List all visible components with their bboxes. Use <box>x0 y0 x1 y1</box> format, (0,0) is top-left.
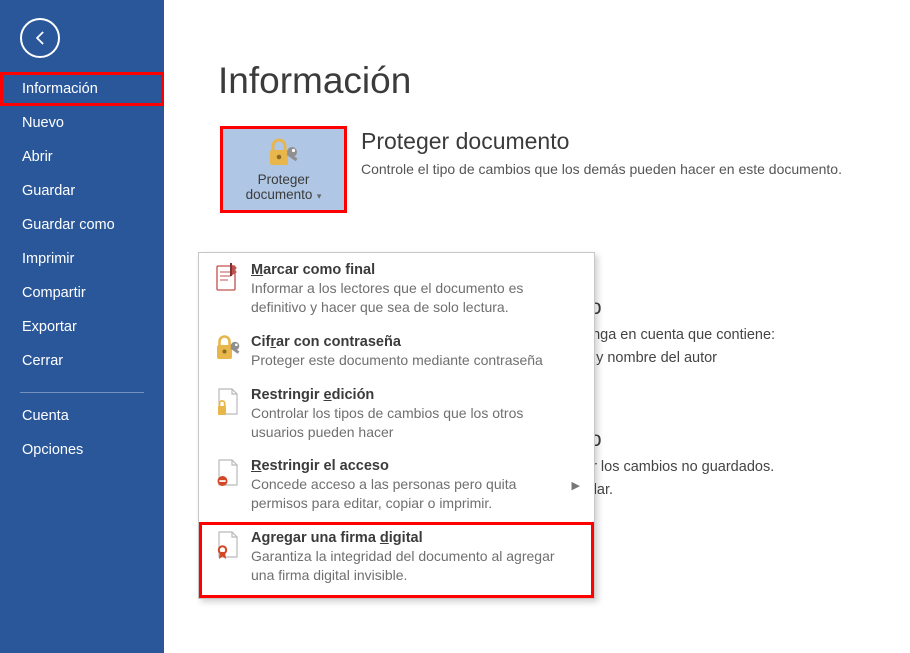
sidebar-footer-menu: Cuenta Opciones <box>0 399 164 467</box>
protect-document-button[interactable]: Proteger documento ▾ <box>220 126 347 213</box>
menu-item-desc: Concede acceso a las personas pero quita… <box>251 475 564 513</box>
menu-item-title: Marcar como final <box>251 262 576 278</box>
menu-item-desc: Proteger este documento mediante contras… <box>251 351 576 370</box>
sidebar-item-cuenta[interactable]: Cuenta <box>0 399 164 433</box>
menu-item-mark-final[interactable]: Marcar como final Informar a los lectore… <box>199 253 594 326</box>
sidebar-item-compartir[interactable]: Compartir <box>0 276 164 310</box>
restrict-access-icon <box>216 458 240 488</box>
mark-final-icon <box>215 262 241 292</box>
protect-button-label-1: Proteger <box>258 172 310 187</box>
menu-item-title: Cifrar con contraseña <box>251 334 576 350</box>
submenu-arrow-icon: ▶ <box>568 479 580 492</box>
menu-item-desc: Garantiza la integridad del documento al… <box>251 547 576 585</box>
menu-item-digital-signature[interactable]: Agregar una firma digital Garantiza la i… <box>199 522 594 598</box>
sidebar-item-guardar[interactable]: Guardar <box>0 174 164 208</box>
sidebar-item-nuevo[interactable]: Nuevo <box>0 106 164 140</box>
page-title: Información <box>218 60 910 102</box>
digital-sign-icon <box>216 530 240 560</box>
menu-item-restrict-access[interactable]: Restringir el acceso Concede acceso a la… <box>199 450 594 522</box>
menu-item-title: Restringir el acceso <box>251 458 564 474</box>
sidebar-item-imprimir[interactable]: Imprimir <box>0 242 164 276</box>
sidebar-item-guardar-como[interactable]: Guardar como <box>0 208 164 242</box>
sidebar-divider <box>20 392 144 393</box>
backstage-sidebar: Información Nuevo Abrir Guardar Guardar … <box>0 0 164 653</box>
sidebar-menu: Información Nuevo Abrir Guardar Guardar … <box>0 72 164 378</box>
lock-key-icon <box>266 138 302 168</box>
protect-heading: Proteger documento <box>361 128 842 155</box>
encrypt-icon <box>214 334 242 362</box>
protect-button-label-2: documento <box>246 187 313 202</box>
menu-item-encrypt[interactable]: Cifrar con contraseña Proteger este docu… <box>199 326 594 379</box>
inspect-section-obscured: to enga en cuenta que contiene: o y nomb… <box>584 296 775 370</box>
manage-section-obscured: to ar los cambios no guardados. rdar. <box>584 428 774 502</box>
protect-document-dropdown: Marcar como final Informar a los lectore… <box>198 252 595 599</box>
restrict-edit-icon <box>216 387 240 417</box>
sidebar-item-exportar[interactable]: Exportar <box>0 310 164 344</box>
dropdown-caret-icon: ▾ <box>314 191 321 201</box>
menu-item-title: Restringir edición <box>251 387 576 403</box>
protect-description: Controle el tipo de cambios que los demá… <box>361 161 842 177</box>
menu-item-desc: Controlar los tipos de cambios que los o… <box>251 404 576 442</box>
back-button[interactable] <box>20 18 60 58</box>
sidebar-item-opciones[interactable]: Opciones <box>0 433 164 467</box>
menu-item-title: Agregar una firma digital <box>251 530 576 546</box>
menu-item-restrict-edit[interactable]: Restringir edición Controlar los tipos d… <box>199 379 594 451</box>
menu-item-desc: Informar a los lectores que el documento… <box>251 279 576 317</box>
sidebar-item-cerrar[interactable]: Cerrar <box>0 344 164 378</box>
sidebar-item-abrir[interactable]: Abrir <box>0 140 164 174</box>
back-arrow-icon <box>30 28 50 48</box>
sidebar-item-informacion[interactable]: Información <box>0 72 164 106</box>
